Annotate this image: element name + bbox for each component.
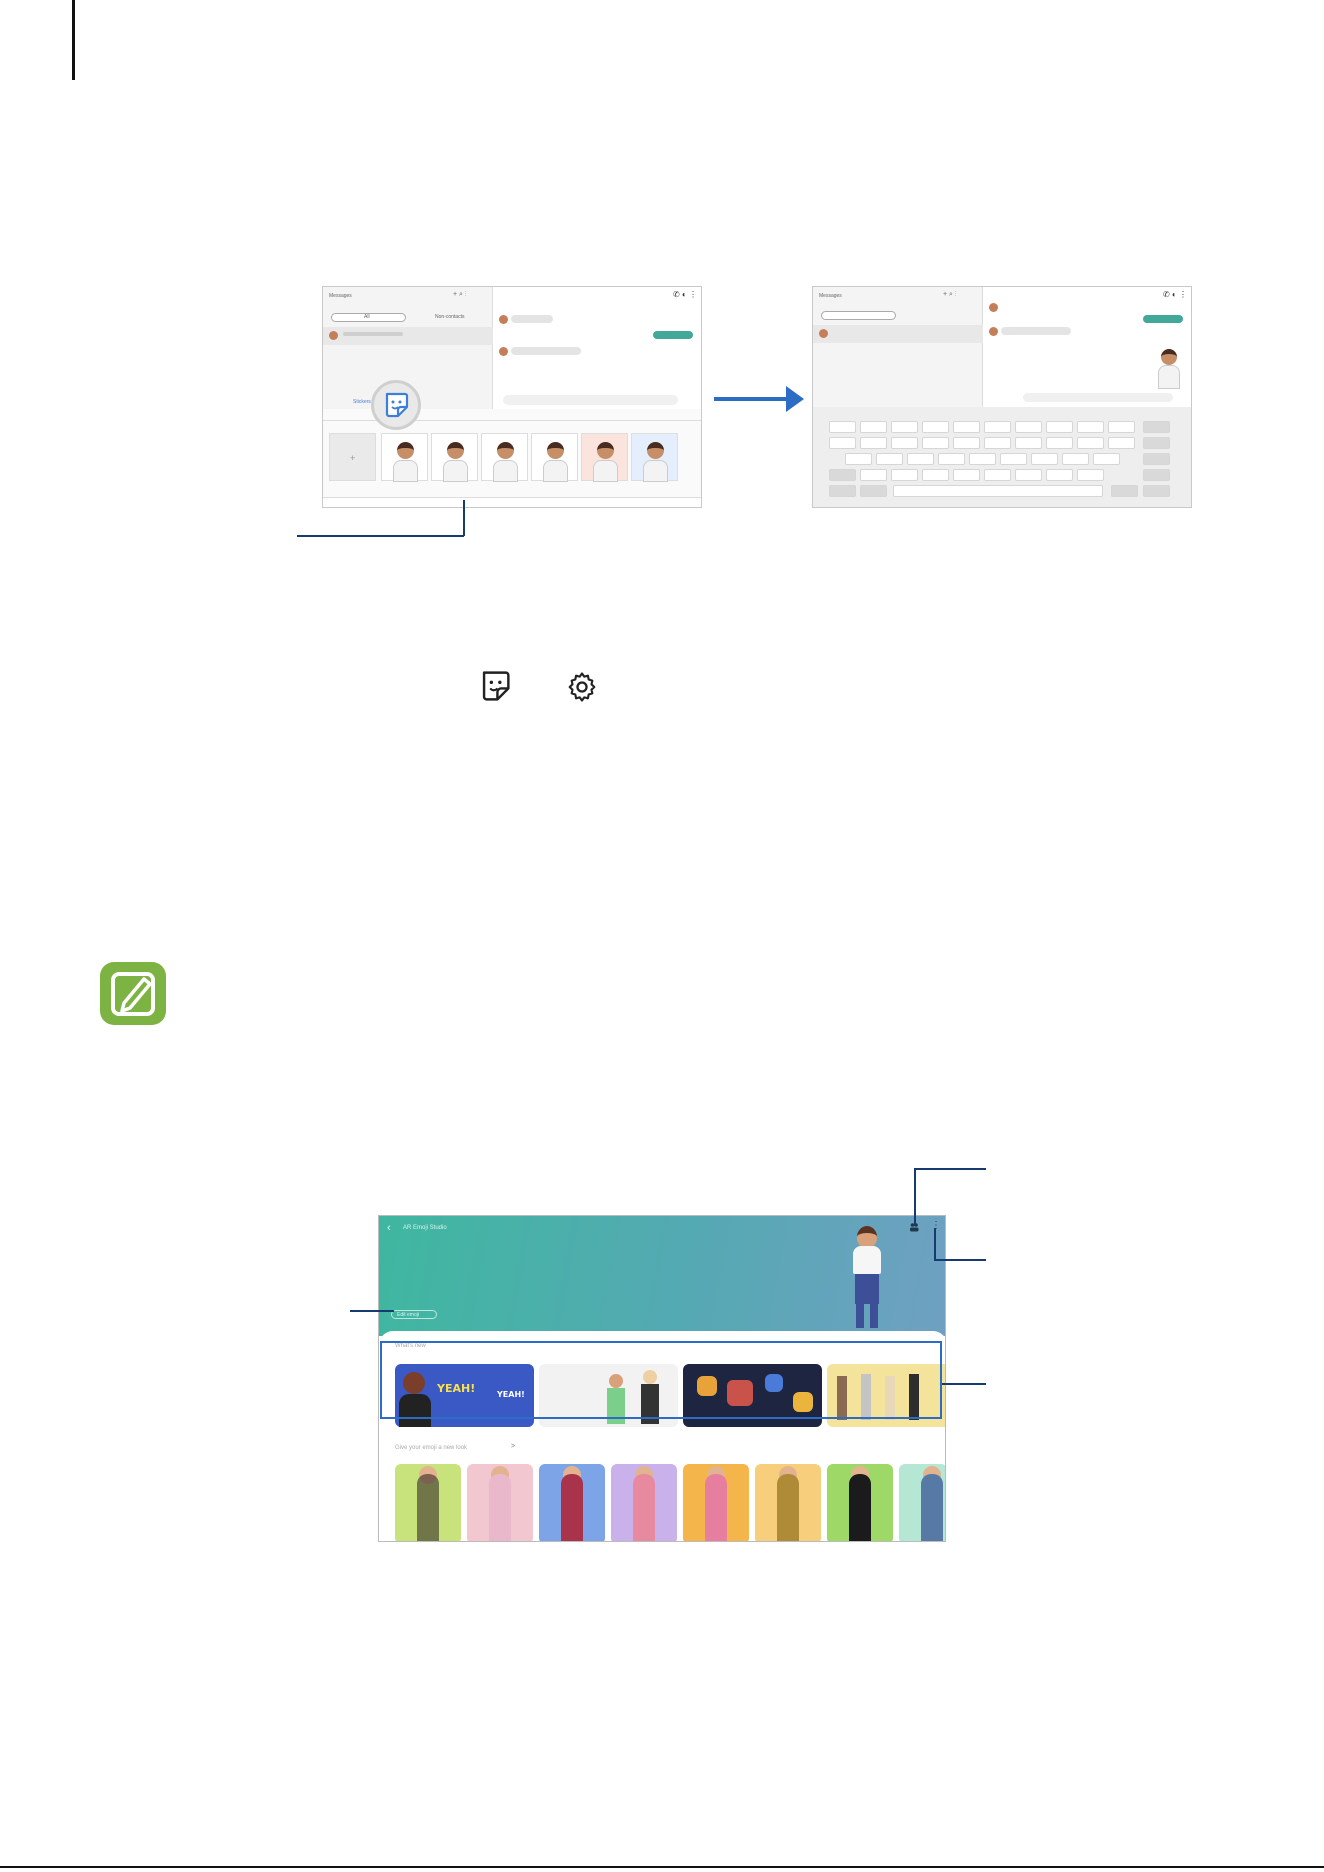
sticker-1[interactable] bbox=[381, 433, 428, 482]
note-icon bbox=[100, 962, 166, 1025]
space-bar[interactable] bbox=[893, 485, 1103, 497]
callout-people-h bbox=[914, 1168, 986, 1170]
keyboard bbox=[813, 407, 1191, 507]
callout-line-h bbox=[297, 535, 464, 537]
sent-sticker-screenshot: Messages + ⌕ ⋮ ✆ ◐ ⋮ bbox=[812, 286, 1192, 508]
callout-edit bbox=[350, 1310, 394, 1312]
look-7[interactable] bbox=[827, 1464, 893, 1541]
add-sticker-button[interactable]: + bbox=[329, 433, 376, 481]
flow-arrow bbox=[714, 397, 788, 401]
call-icon[interactable]: ✆ ◐ ⋮ bbox=[673, 290, 697, 299]
flow-arrow-head bbox=[786, 386, 804, 412]
back-icon[interactable]: ‹ bbox=[387, 1222, 391, 1234]
sticker-6[interactable] bbox=[631, 433, 678, 482]
callout-more-v bbox=[934, 1228, 936, 1260]
look-8[interactable] bbox=[899, 1464, 945, 1541]
messages-screenshot: Messages + ⌕ ⋮ All Non-contacts Stickers… bbox=[322, 286, 702, 508]
sticker-4[interactable] bbox=[531, 433, 578, 482]
callout-whats-new bbox=[942, 1383, 986, 1385]
look-4[interactable] bbox=[611, 1464, 677, 1541]
look-3[interactable] bbox=[539, 1464, 605, 1541]
conversation-row[interactable] bbox=[323, 327, 493, 345]
look-2[interactable] bbox=[467, 1464, 533, 1541]
sticker-icon bbox=[482, 671, 510, 701]
message-input[interactable] bbox=[1023, 393, 1173, 402]
look-5[interactable] bbox=[683, 1464, 749, 1541]
message-input[interactable] bbox=[503, 395, 678, 405]
settings-icon bbox=[568, 672, 596, 702]
avatar-figure bbox=[847, 1226, 887, 1334]
sent-sticker bbox=[1153, 347, 1187, 391]
tab-non-contacts[interactable]: Non-contacts bbox=[435, 314, 464, 320]
sticker-category-bar[interactable] bbox=[323, 497, 701, 507]
attachment-tab-label: Stickers bbox=[353, 399, 371, 405]
tab-all[interactable]: All bbox=[331, 313, 406, 322]
toolbar-icons[interactable]: + ⌕ ⋮ bbox=[453, 291, 467, 299]
footer-rule bbox=[0, 1866, 1324, 1868]
edit-emoji-button[interactable]: Edit emoji bbox=[391, 1310, 437, 1319]
callout-more-h bbox=[934, 1259, 986, 1261]
chevron-right-icon[interactable]: > bbox=[511, 1443, 515, 1450]
look-1[interactable] bbox=[395, 1464, 461, 1541]
sticker-3[interactable] bbox=[481, 433, 528, 482]
sticker-tray: + bbox=[323, 421, 701, 507]
contact-avatar bbox=[329, 331, 338, 340]
look-6[interactable] bbox=[755, 1464, 821, 1541]
sticker-magnifier bbox=[371, 380, 421, 430]
new-look-label: Give your emoji a new look bbox=[395, 1445, 468, 1451]
app-title: Messages bbox=[329, 293, 352, 299]
screen-title: AR Emoji Studio bbox=[403, 1225, 447, 1231]
app-title: Messages bbox=[819, 293, 842, 299]
callout-people-v bbox=[914, 1168, 916, 1226]
chat-view: ✆ ◐ ⋮ bbox=[493, 287, 701, 409]
sticker-icon bbox=[385, 392, 409, 418]
more-icon[interactable]: ⋮ bbox=[931, 1220, 941, 1231]
callout-line-v bbox=[463, 500, 465, 536]
sticker-2[interactable] bbox=[431, 433, 478, 482]
sticker-5[interactable] bbox=[581, 433, 628, 482]
page-margin-rule bbox=[72, 0, 75, 80]
whats-new-highlight bbox=[380, 1341, 942, 1419]
